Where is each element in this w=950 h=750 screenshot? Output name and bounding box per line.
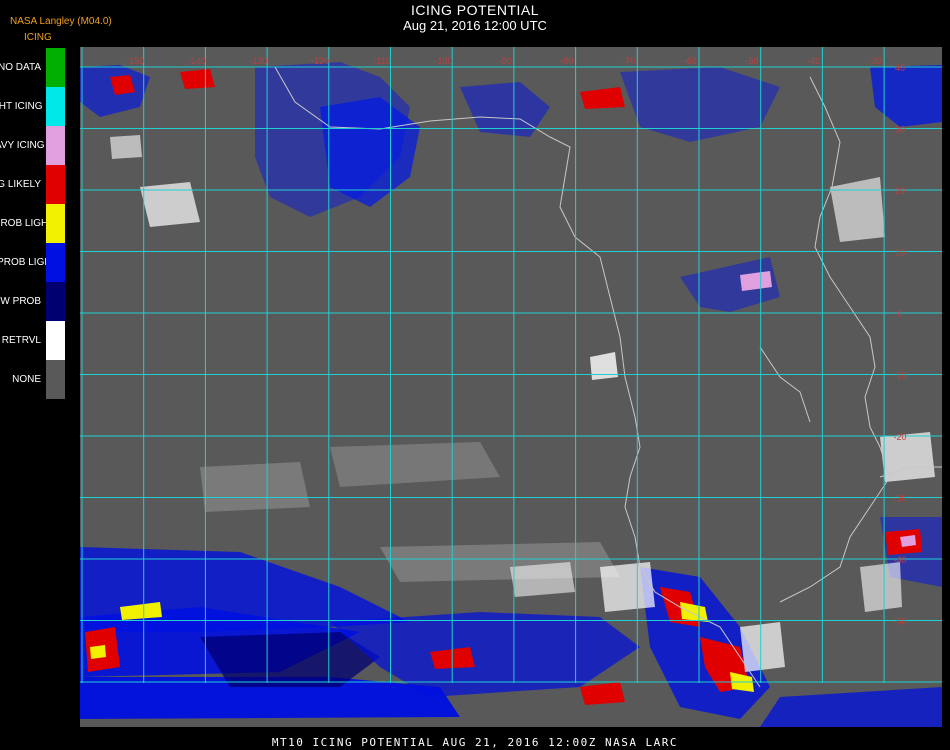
latitude-label: 30 xyxy=(895,125,905,135)
latitude-label: -30 xyxy=(893,494,906,504)
legend-item-mog-likely: MOG LIKELY xyxy=(0,165,66,204)
legend-swatch xyxy=(46,204,65,243)
longitude-label: -40 xyxy=(807,56,820,66)
legend-swatch xyxy=(46,243,65,282)
legend-item-no-data: NO DATA xyxy=(0,48,66,87)
legend-label: NIGHT ICING xyxy=(0,100,43,112)
legend-label: NO RETRVL xyxy=(0,334,41,346)
legend-swatch xyxy=(46,321,65,360)
product-label: ICING xyxy=(24,32,52,43)
longitude-label: -130 xyxy=(249,56,267,66)
latitude-label: -40 xyxy=(893,555,906,565)
legend-label: HEAVY ICING xyxy=(0,139,45,151)
legend-item-heavy-icing: HEAVY ICING xyxy=(0,126,66,165)
legend-swatch xyxy=(46,87,65,126)
latitude-label: 0 xyxy=(897,309,902,319)
legend-item-no-retrvl: NO RETRVL xyxy=(0,321,66,360)
legend-swatch xyxy=(46,48,65,87)
latitude-label: -50 xyxy=(893,617,906,627)
longitude-label: -100 xyxy=(434,56,452,66)
legend-swatch xyxy=(46,165,65,204)
longitude-label: -140 xyxy=(188,56,206,66)
latitude-label: 20 xyxy=(895,186,905,196)
legend-label: MOG LIKELY xyxy=(0,178,41,190)
latitude-label: 10 xyxy=(895,248,905,258)
north-icing-cluster xyxy=(80,62,942,727)
legend-item-lo-prob-light: LO PROB LIGHT xyxy=(0,243,66,282)
longitude-labels: -150 -140 -130 -120 -110 -100 -90 -80 -70 -60 -50 -… xyxy=(126,56,882,66)
producer-label: NASA Langley (M04.0) xyxy=(10,16,112,27)
legend-swatch xyxy=(46,126,65,165)
legend-item-none: NONE xyxy=(0,360,66,399)
longitude-label: -30 xyxy=(869,56,882,66)
latitude-label: -20 xyxy=(893,432,906,442)
legend-swatch xyxy=(46,282,65,321)
longitude-label: -50 xyxy=(745,56,758,66)
icing-map: -150 -140 -130 -120 -110 -100 -90 -80 -70 -60 -50-… xyxy=(80,47,942,727)
legend-label: NO DATA xyxy=(0,61,41,73)
legend-item-hi-prob-light: HI PROB LIGHT xyxy=(0,204,66,243)
legend-swatch xyxy=(46,360,65,399)
map-datetime: Aug 21, 2016 12:00 UTC xyxy=(403,18,547,33)
latitude-label: 40 xyxy=(895,63,905,73)
icing-fields xyxy=(80,62,942,727)
longitude-label: -70 xyxy=(622,56,635,66)
latitude-label: -10 xyxy=(893,371,906,381)
longitude-label: -90 xyxy=(499,56,512,66)
longitude-label: -60 xyxy=(684,56,697,66)
legend-item-night-icing: NIGHT ICING xyxy=(0,87,66,126)
longitude-label: -120 xyxy=(311,56,329,66)
footer-caption: MT10 ICING POTENTIAL AUG 21, 2016 12:00Z… xyxy=(271,736,679,749)
longitude-label: -110 xyxy=(373,56,390,66)
longitude-label: -150 xyxy=(126,56,144,66)
legend-label: HI PROB LIGHT xyxy=(0,217,55,229)
legend-label: LOW PROB xyxy=(0,295,41,307)
map-title: ICING POTENTIAL xyxy=(410,2,540,18)
map-canvas: -150 -140 -130 -120 -110 -100 -90 -80 -70 -60 -50-… xyxy=(80,47,942,727)
legend-item-low-prob: LOW PROB xyxy=(0,282,66,321)
legend-label: LO PROB LIGHT xyxy=(0,256,58,268)
longitude-label: -80 xyxy=(560,56,573,66)
legend-label: NONE xyxy=(12,373,41,385)
